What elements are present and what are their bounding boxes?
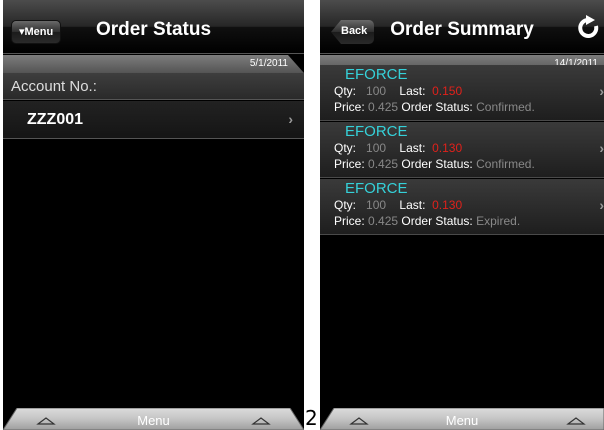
order-row[interactable]: EFORCE Qty: 100 Last: 0.130 Price: 0.425… [320,179,604,235]
chevron-right-icon: › [599,197,604,213]
price-value: 0.425 [368,157,399,171]
navigation-bar: ▾Menu Order Status [3,0,304,54]
page-curl-icon [288,55,304,73]
tab-menu-label: Menu [137,413,170,428]
status-label: Order Status: [401,157,473,171]
status-value: Confirmed. [476,157,535,171]
qty-label: Qty: [334,198,357,212]
ticker-name: EFORCE [345,66,408,83]
status-value: Expired. [476,214,521,228]
status-label: Order Status: [401,214,473,228]
last-value: 0.150 [432,84,463,98]
date-bar: 5/1/2011 [3,55,304,73]
chevron-right-icon: › [288,111,293,127]
tab-bar[interactable]: Menu [320,408,604,430]
navigation-bar: Back Order Summary [320,0,604,54]
page-title: Order Status [95,19,212,40]
last-value: 0.130 [432,198,463,212]
chevron-right-icon: › [599,140,604,156]
last-label: Last: [399,141,426,155]
price-label: Price: [334,214,365,228]
qty-value: 100 [366,141,387,155]
order-row[interactable]: EFORCE Qty: 100 Last: 0.150 Price: 0.425… [320,65,604,121]
section-header: Account No.: [3,73,304,100]
status-value: Confirmed. [476,100,535,114]
price-value: 0.425 [368,214,399,228]
ticker-name: EFORCE [345,123,408,140]
last-label: Last: [399,198,426,212]
qty-label: Qty: [334,141,357,155]
order-status-screen: ▾Menu Order Status 5/1/2011 Account No.:… [3,0,304,430]
page-title: Order Summary [390,19,534,40]
price-label: Price: [334,157,365,171]
account-row[interactable]: ZZZ001 › [3,101,304,139]
chevron-right-icon: › [599,83,604,99]
qty-label: Qty: [334,84,357,98]
tab-bar[interactable]: Menu [3,408,304,430]
last-value: 0.130 [432,141,463,155]
refresh-icon[interactable] [576,14,602,44]
status-label: Order Status: [401,100,473,114]
order-summary-screen: Back Order Summary 14/1/2011 EFORCE Qty:… [320,0,604,430]
step-marker: 2 [305,406,318,430]
ticker-name: EFORCE [345,180,408,197]
price-label: Price: [334,100,365,114]
qty-value: 100 [366,84,387,98]
last-label: Last: [399,84,426,98]
tab-menu-label: Menu [445,413,479,428]
order-row[interactable]: EFORCE Qty: 100 Last: 0.130 Price: 0.425… [320,122,604,178]
price-value: 0.425 [368,100,399,114]
account-number: ZZZ001 [27,111,84,128]
date-label: 5/1/2011 [249,58,288,69]
qty-value: 100 [366,198,387,212]
